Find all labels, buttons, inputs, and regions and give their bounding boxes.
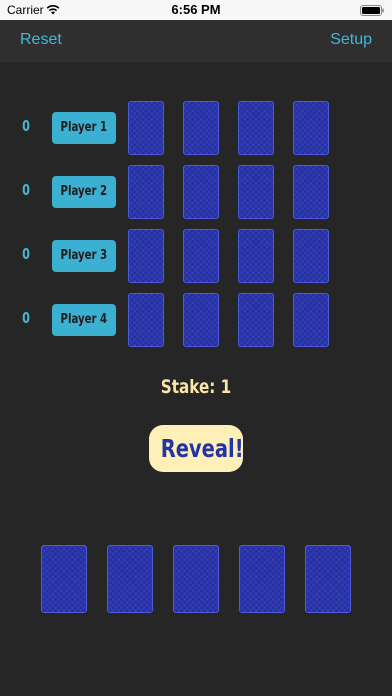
card-back[interactable]: [183, 293, 219, 347]
player-name: Player 2: [60, 184, 108, 199]
player-row: 0 Player 4: [0, 292, 392, 348]
player-row: 0 Player 2: [0, 164, 392, 220]
card-back[interactable]: [293, 293, 329, 347]
nav-bar: Reset Setup: [0, 20, 392, 62]
player-score: 0: [22, 181, 30, 199]
card-back[interactable]: [128, 229, 164, 283]
player-button[interactable]: Player 1: [52, 112, 116, 144]
player-name: Player 1: [60, 120, 108, 135]
player-score: 0: [22, 117, 30, 135]
card-back[interactable]: [238, 165, 274, 219]
card-back[interactable]: [238, 101, 274, 155]
card-back[interactable]: [238, 293, 274, 347]
stake-label: Stake: 1: [0, 376, 392, 398]
player-button[interactable]: Player 2: [52, 176, 116, 208]
card-back[interactable]: [128, 165, 164, 219]
status-time: 6:56 PM: [171, 2, 221, 17]
hand-card[interactable]: [239, 545, 285, 613]
reveal-button[interactable]: Reveal!: [149, 425, 244, 472]
card-back[interactable]: [293, 101, 329, 155]
card-back[interactable]: [183, 101, 219, 155]
hand-card[interactable]: [305, 545, 351, 613]
card-back[interactable]: [128, 101, 164, 155]
player-name: Player 3: [60, 248, 108, 263]
hand-card[interactable]: [173, 545, 219, 613]
card-back[interactable]: [183, 165, 219, 219]
card-back[interactable]: [293, 229, 329, 283]
reset-button[interactable]: Reset: [20, 31, 62, 49]
reveal-label: Reveal!: [160, 434, 244, 463]
card-back[interactable]: [183, 229, 219, 283]
battery-icon: [360, 5, 384, 16]
player-button[interactable]: Player 4: [52, 304, 116, 336]
player-score: 0: [22, 245, 30, 263]
hand-card[interactable]: [107, 545, 153, 613]
card-back[interactable]: [238, 229, 274, 283]
card-back[interactable]: [293, 165, 329, 219]
player-row: 0 Player 3: [0, 228, 392, 284]
player-row: 0 Player 1: [0, 100, 392, 156]
player-name: Player 4: [60, 312, 108, 327]
player-button[interactable]: Player 3: [52, 240, 116, 272]
player-score: 0: [22, 309, 30, 327]
card-back[interactable]: [128, 293, 164, 347]
stake-text: Stake: 1: [160, 376, 232, 398]
setup-button[interactable]: Setup: [330, 31, 372, 49]
status-bar: Carrier 6:56 PM: [0, 0, 392, 20]
hand-card[interactable]: [41, 545, 87, 613]
